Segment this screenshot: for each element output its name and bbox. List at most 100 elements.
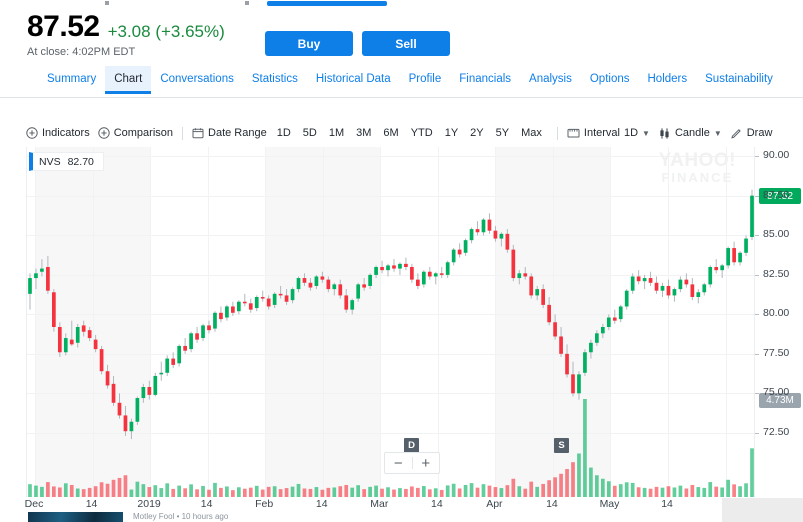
range-button-3m[interactable]: 3M: [350, 127, 377, 139]
volume-bar: [46, 482, 50, 497]
nav-tab-summary[interactable]: Summary: [38, 66, 105, 93]
chart-zoom-controls: − +: [384, 452, 440, 474]
axis-tick-dash: [755, 274, 759, 276]
candle-body: [612, 317, 617, 321]
candle-icon: [658, 127, 671, 140]
split-marker[interactable]: S: [554, 438, 569, 453]
range-button-1y[interactable]: 1Y: [439, 127, 464, 139]
range-button-2y[interactable]: 2Y: [464, 127, 489, 139]
candle-body: [147, 387, 152, 395]
ticker-symbol: NVS: [39, 155, 61, 168]
nav-tab-financials[interactable]: Financials: [450, 66, 520, 93]
price-axis-label: 87.50: [763, 188, 790, 201]
price-axis-label: 80.00: [763, 307, 790, 320]
dividend-marker[interactable]: D: [404, 438, 419, 453]
candle-body: [135, 398, 140, 422]
volume-bar: [350, 487, 355, 497]
axis-tick-dash: [755, 353, 759, 355]
candle-body: [368, 274, 372, 286]
candle-body: [630, 276, 635, 291]
chevron-down-icon: ▼: [713, 128, 722, 138]
candle-body: [254, 297, 259, 309]
range-button-6m[interactable]: 6M: [377, 127, 404, 139]
nav-tab-statistics[interactable]: Statistics: [243, 66, 307, 93]
zoom-out-button[interactable]: −: [385, 456, 412, 471]
volume-bar: [404, 488, 408, 497]
candle-body: [732, 248, 736, 263]
date-axis-label: 14: [661, 498, 673, 510]
volume-bar: [105, 483, 110, 497]
volume-bar: [302, 488, 307, 497]
candle-body: [505, 233, 510, 250]
candle-body: [511, 249, 516, 279]
toolbar-divider-1: [182, 126, 184, 140]
volume-bar: [493, 487, 498, 497]
axis-tick-dash: [755, 393, 759, 395]
indicators-button[interactable]: Indicators: [26, 127, 90, 139]
volume-bar: [242, 488, 247, 497]
news-item-sliver[interactable]: Motley Fool • 10 hours ago: [0, 512, 803, 522]
candle-body: [690, 284, 695, 297]
interval-selector[interactable]: Interval 1D ▼: [567, 127, 650, 139]
interval-icon: [567, 127, 580, 139]
candle-body: [63, 338, 68, 353]
range-button-1m[interactable]: 1M: [323, 127, 350, 139]
volume-bar: [326, 487, 331, 497]
nav-tab-sustainability[interactable]: Sustainability: [696, 66, 782, 93]
volume-bar: [314, 487, 319, 497]
chart-ticker-legend[interactable]: NVS 82.70: [29, 152, 104, 171]
chart-type-selector[interactable]: Candle ▼: [658, 127, 722, 140]
range-button-5d[interactable]: 5D: [297, 127, 323, 139]
candle-body: [726, 248, 730, 266]
candle-body: [696, 292, 701, 297]
candle-body: [678, 279, 683, 290]
candle-body: [314, 276, 319, 286]
candle-body: [296, 278, 301, 290]
sell-button[interactable]: Sell: [362, 31, 450, 56]
volume-bar: [648, 488, 653, 497]
volume-bar: [236, 487, 241, 497]
candle-body: [344, 295, 349, 310]
date-range-button[interactable]: Date Range: [192, 127, 267, 139]
volume-bar: [147, 487, 152, 497]
nav-tab-chart[interactable]: Chart: [105, 66, 152, 94]
price-chart-canvas[interactable]: YAHOO! FINANCE NVS 82.70 D S − +: [26, 147, 754, 497]
buy-button[interactable]: Buy: [265, 31, 353, 56]
range-button-5y[interactable]: 5Y: [490, 127, 515, 139]
volume-bar: [57, 487, 62, 497]
candle-body: [99, 349, 104, 372]
nav-tab-historical-data[interactable]: Historical Data: [307, 66, 400, 93]
candle-body: [595, 333, 599, 343]
comparison-button[interactable]: Comparison: [98, 127, 173, 139]
axis-tick-dash: [755, 235, 759, 237]
comparison-label: Comparison: [113, 127, 174, 139]
quote-nav-tabs: Summary Chart Conversations Statistics Histo…: [0, 66, 803, 98]
candle-body: [46, 267, 50, 291]
candle-body: [350, 300, 355, 310]
zoom-in-button[interactable]: +: [413, 456, 440, 471]
nav-tab-profile[interactable]: Profile: [400, 66, 451, 93]
volume-bar: [600, 478, 605, 497]
price-axis-label: 77.50: [763, 346, 790, 359]
candle-body: [684, 279, 689, 285]
candle-body: [123, 415, 128, 432]
volume-bar: [744, 483, 748, 497]
volume-bar: [589, 467, 593, 497]
range-button-1d[interactable]: 1D: [271, 127, 297, 139]
nav-tab-options[interactable]: Options: [581, 66, 639, 93]
nav-tab-conversations[interactable]: Conversations: [151, 66, 243, 93]
candle-body: [284, 295, 289, 302]
volume-bar: [630, 482, 635, 497]
volume-bar: [541, 483, 546, 497]
range-button-max[interactable]: Max: [515, 127, 548, 139]
candle-body: [28, 278, 32, 294]
news-thumbnail: [28, 512, 123, 522]
draw-button[interactable]: Draw: [730, 127, 772, 140]
candle-body: [541, 289, 546, 305]
top-strip-blue-bar: [267, 1, 387, 6]
nav-tab-holders[interactable]: Holders: [639, 66, 697, 93]
volume-bar: [439, 489, 444, 497]
nav-tab-analysis[interactable]: Analysis: [520, 66, 581, 93]
ticker-value: 82.70: [67, 155, 94, 168]
range-button-ytd[interactable]: YTD: [405, 127, 439, 139]
